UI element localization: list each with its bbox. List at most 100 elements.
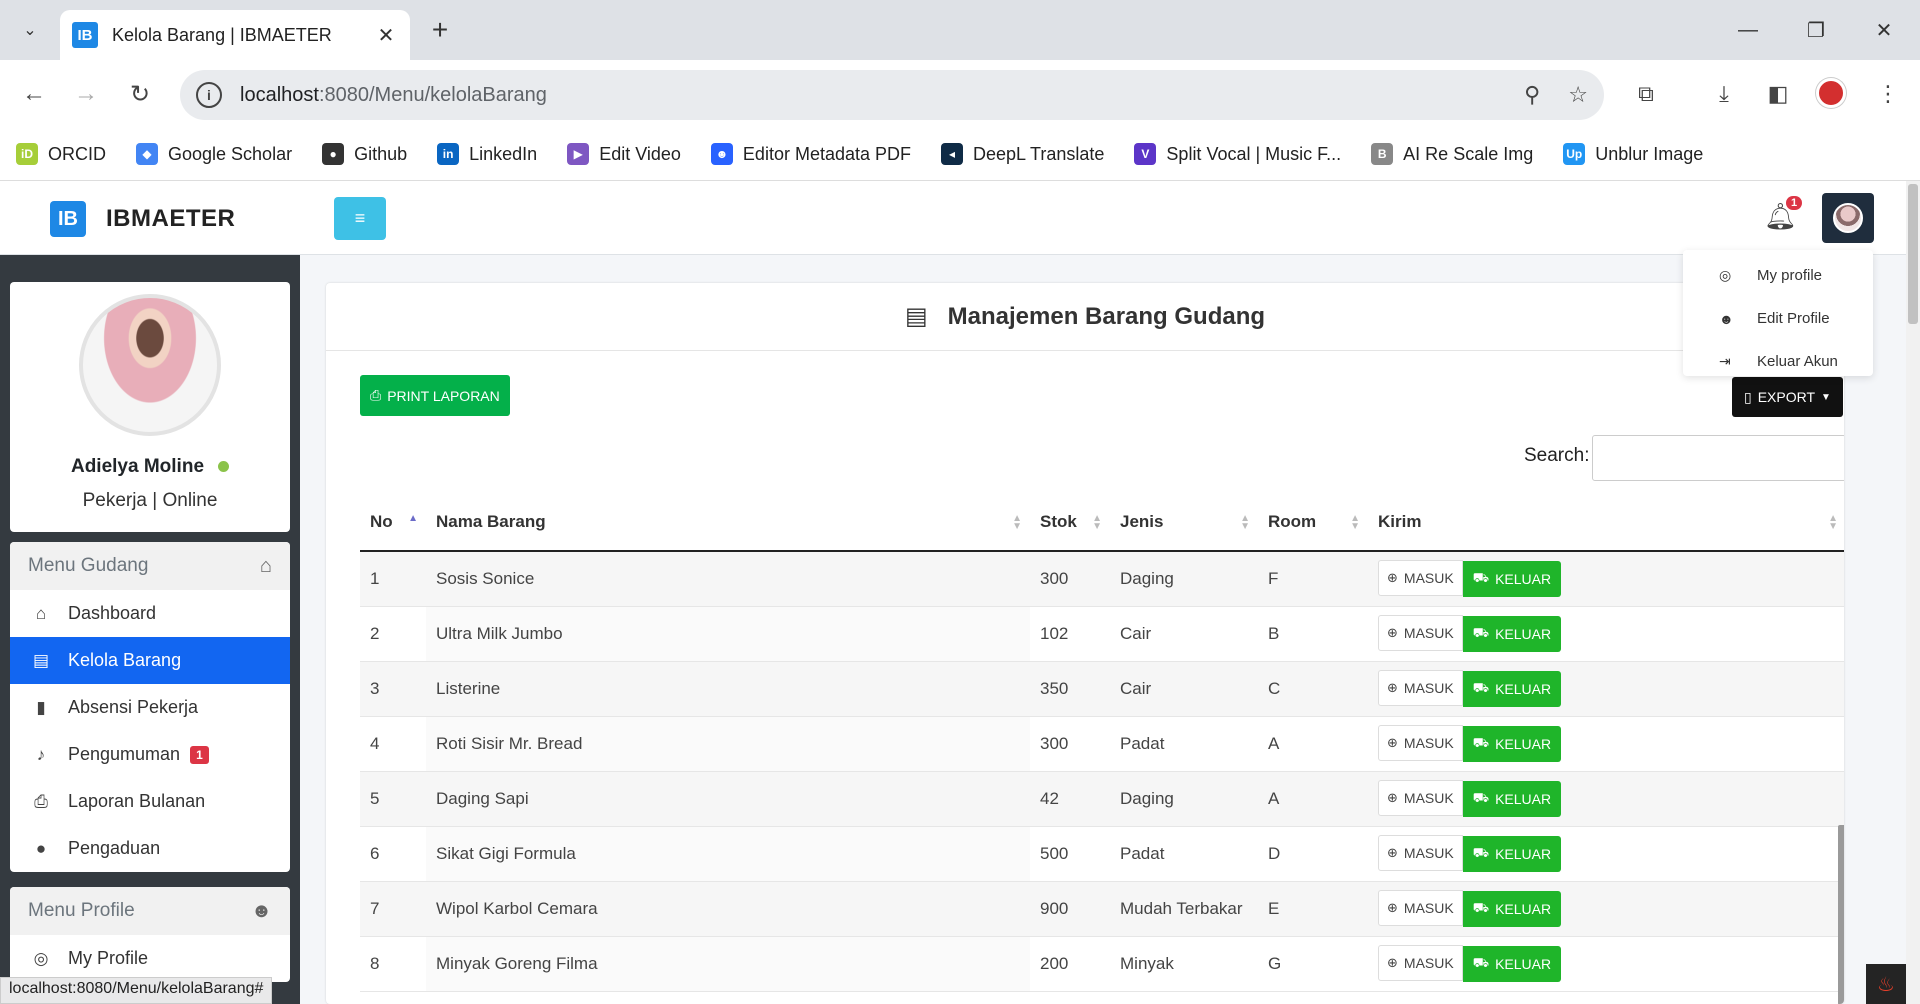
keluar-button[interactable]: ⛟ KELUAR — [1462, 891, 1562, 927]
table-scrollbar[interactable] — [1838, 825, 1844, 1004]
dropdown-item-edit-profile[interactable]: ☻ Edit Profile — [1683, 297, 1873, 340]
keluar-button[interactable]: ⛟ KELUAR — [1462, 726, 1562, 762]
column-header-nama-barang[interactable]: Nama Barang ▲ ▼ — [426, 493, 1030, 552]
main-card: ▤ Manajemen Barang Gudang ⎙ PRINT LAPORA… — [326, 283, 1844, 1004]
keluar-button[interactable]: ⛟ KELUAR — [1462, 561, 1562, 598]
cart-icon: ⛟ — [1472, 735, 1490, 750]
browser-menu-kebab-icon[interactable]: ⋮ — [1870, 76, 1906, 112]
cart-icon: ⛟ — [1472, 955, 1490, 970]
zoom-icon[interactable]: ⚲ — [1524, 82, 1540, 108]
search-label: Search: — [1524, 445, 1590, 466]
bookmark-item[interactable]: V Split Vocal | Music F... — [1134, 143, 1341, 165]
keluar-button[interactable]: ⛟ KELUAR — [1462, 946, 1562, 982]
keluar-button[interactable]: ⛟ KELUAR — [1462, 781, 1562, 817]
sidebar-item-dashboard[interactable]: ⌂ Dashboard — [10, 590, 290, 637]
notification-badge: 1 — [1786, 196, 1803, 210]
new-tab-plus-icon[interactable]: + — [424, 14, 456, 46]
column-header-kirim[interactable]: Kirim ▲ ▼ — [1368, 493, 1844, 552]
column-header-stok[interactable]: Stok ▲ ▼ — [1030, 493, 1110, 552]
masuk-button[interactable]: ⊕ MASUK — [1378, 615, 1463, 651]
masuk-button[interactable]: ⊕ MASUK — [1378, 725, 1463, 761]
keluar-button[interactable]: ⛟ KELUAR — [1462, 836, 1562, 872]
sidebar-item-pengaduan[interactable]: ● Pengaduan — [10, 825, 290, 872]
bookmark-item[interactable]: ◂ DeepL Translate — [941, 143, 1104, 165]
bookmark-item[interactable]: iD ORCID — [16, 143, 106, 165]
keluar-button[interactable]: ⛟ KELUAR — [1462, 616, 1562, 652]
back-arrow-icon[interactable]: ← — [16, 76, 52, 112]
bookmark-item[interactable]: ● Github — [322, 143, 407, 165]
sidebar-item-laporan-bulanan[interactable]: ⎙ Laporan Bulanan — [10, 778, 290, 825]
dropdown-item-keluar-akun[interactable]: ⇥ Keluar Akun — [1683, 340, 1873, 383]
address-url[interactable]: localhost:8080/Menu/kelolaBarang — [240, 84, 1496, 107]
cell-kirim: ⊕ MASUK ⛟ KELUAR — [1368, 826, 1844, 882]
keluar-label: KELUAR — [1495, 681, 1552, 697]
reload-icon[interactable]: ↻ — [122, 76, 158, 112]
caret-down-icon: ▼ — [1821, 391, 1831, 403]
column-header-jenis[interactable]: Jenis ▲ ▼ — [1110, 493, 1258, 552]
print-laporan-button[interactable]: ⎙ PRINT LAPORAN — [360, 375, 510, 416]
user-circle-icon: ◎ — [33, 948, 49, 968]
cell-kirim: ⊕ MASUK ⛟ KELUAR — [1368, 716, 1844, 772]
cell-no: 3 — [360, 661, 426, 717]
forward-arrow-icon[interactable]: → — [68, 76, 104, 112]
side-panel-icon[interactable]: ◧ — [1760, 76, 1796, 112]
bookmark-item[interactable]: ◆ Google Scholar — [136, 143, 292, 165]
download-icon[interactable]: ⤓ — [1706, 76, 1742, 112]
masuk-button[interactable]: ⊕ MASUK — [1378, 780, 1463, 816]
sidebar-toggle-button[interactable]: ≡ — [334, 197, 386, 240]
bookmark-label: Edit Video — [599, 143, 681, 164]
brand[interactable]: IB IBMAETER — [50, 201, 235, 237]
tab-search-chevron-icon[interactable]: ⌄ — [14, 14, 46, 46]
column-header-no[interactable]: No ▲ — [360, 493, 426, 552]
browser-profile-avatar[interactable] — [1816, 78, 1846, 108]
bookmark-label: Github — [354, 143, 408, 164]
extensions-puzzle-icon[interactable]: ⧉ — [1628, 76, 1664, 112]
bookmark-item[interactable]: Up Unblur Image — [1563, 143, 1703, 165]
flame-icon[interactable]: ♨ — [1866, 964, 1906, 1004]
user-menu-button[interactable] — [1822, 193, 1874, 243]
search-input[interactable] — [1592, 435, 1844, 481]
bookmark-item[interactable]: in LinkedIn — [437, 143, 537, 165]
b-icon: B — [1371, 143, 1394, 165]
bookmark-item[interactable]: ☻ Editor Metadata PDF — [710, 143, 911, 165]
masuk-button[interactable]: ⊕ MASUK — [1378, 670, 1463, 706]
bookmark-label: Unblur Image — [1595, 143, 1704, 164]
tab-close-icon[interactable]: ✕ — [374, 23, 398, 48]
online-status-dot — [218, 461, 230, 473]
user-dropdown-menu: ◎ My profile ☻ Edit Profile ⇥ Keluar Aku… — [1683, 250, 1873, 376]
window-minimize-icon[interactable]: — — [1726, 12, 1770, 48]
sidebar-item-pengumuman[interactable]: ♪ Pengumuman 1 — [10, 731, 290, 778]
address-bar[interactable]: i localhost:8080/Menu/kelolaBarang ⚲ ☆ — [180, 70, 1604, 120]
export-dropdown-button[interactable]: ▯ EXPORT ▼ — [1732, 377, 1843, 417]
sidebar-item-absensi-pekerja[interactable]: ▮ Absensi Pekerja — [10, 684, 290, 731]
linkedin-icon: in — [437, 143, 460, 165]
page-scrollbar-thumb[interactable] — [1908, 184, 1918, 324]
masuk-button[interactable]: ⊕ MASUK — [1378, 560, 1463, 597]
sidebar-item-my-profile[interactable]: ◎ My Profile — [10, 935, 290, 982]
bookmark-item[interactable]: ▶ Edit Video — [567, 143, 681, 165]
cell-room: A — [1258, 771, 1368, 827]
cell-stok: 102 — [1030, 606, 1110, 662]
column-label: Stok — [1040, 511, 1077, 531]
window-close-icon[interactable]: ✕ — [1862, 12, 1906, 48]
masuk-button[interactable]: ⊕ MASUK — [1378, 835, 1463, 871]
window-restore-icon[interactable]: ❐ — [1794, 12, 1838, 48]
bookmark-item[interactable]: B AI Re Scale Img — [1371, 143, 1533, 165]
column-header-room[interactable]: Room ▲ ▼ — [1258, 493, 1368, 552]
app-header: IB IBMAETER ≡ 🔔︎ 1 — [0, 181, 1920, 255]
site-info-icon[interactable]: i — [196, 82, 222, 108]
cell-room: B — [1258, 606, 1368, 662]
sidebar: Adielya Moline Pekerja | Online Menu Gud… — [0, 255, 300, 1004]
keluar-button[interactable]: ⛟ KELUAR — [1462, 671, 1562, 707]
sidebar-item-kelola-barang[interactable]: ▤ Kelola Barang — [10, 637, 290, 684]
url-host: localhost — [240, 83, 319, 106]
dropdown-item-my-profile[interactable]: ◎ My profile — [1683, 254, 1873, 297]
masuk-label: MASUK — [1403, 570, 1454, 587]
browser-tab-active[interactable]: IB Kelola Barang | IBMAETER ✕ — [60, 10, 410, 60]
masuk-button[interactable]: ⊕ MASUK — [1378, 890, 1463, 926]
sidebar-item-label: Pengumuman — [68, 744, 181, 764]
table-row: 1 Sosis Sonice 300 Daging F ⊕ MASUK ⛟ KELUAR — [360, 551, 1844, 607]
masuk-button[interactable]: ⊕ MASUK — [1378, 945, 1463, 981]
bookmark-star-icon[interactable]: ☆ — [1568, 82, 1588, 108]
cell-nama-barang: Roti Sisir Mr. Bread — [426, 716, 1030, 772]
